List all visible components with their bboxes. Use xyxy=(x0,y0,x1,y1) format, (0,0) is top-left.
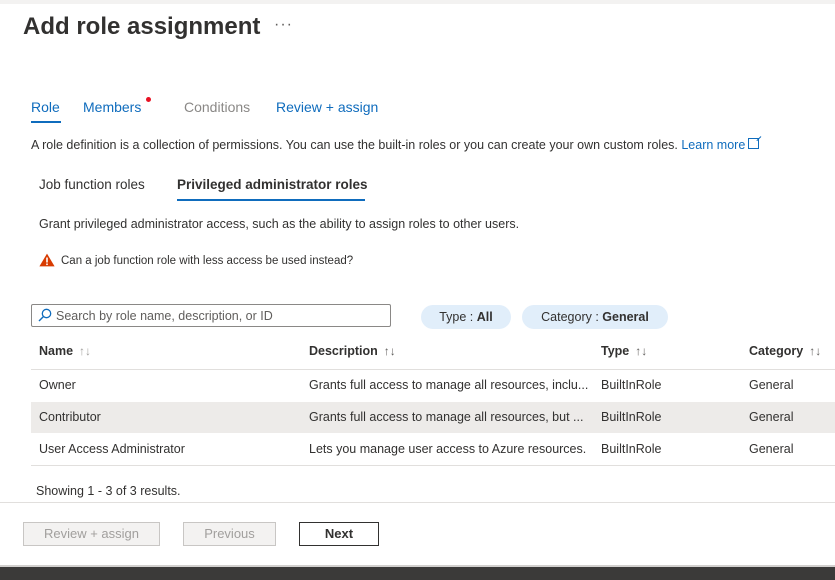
required-dot-icon xyxy=(146,97,151,102)
review-assign-button[interactable]: Review + assign xyxy=(23,522,160,546)
external-link-icon xyxy=(748,138,760,149)
role-type: BuiltInRole xyxy=(601,442,662,456)
role-description: Grants full access to manage all resourc… xyxy=(309,378,589,392)
column-header-category[interactable]: Category ↑↓ xyxy=(749,344,821,358)
role-description: Grants full access to manage all resourc… xyxy=(309,410,584,424)
column-header-description-label: Description xyxy=(309,344,378,358)
tab-review-assign[interactable]: Review + assign xyxy=(276,99,378,115)
role-category: General xyxy=(749,442,794,456)
sort-icon: ↑↓ xyxy=(79,344,92,358)
category-filter-label: Category : xyxy=(541,310,603,324)
warning-message: Can a job function role with less access… xyxy=(39,253,353,267)
role-search-box xyxy=(31,304,391,327)
search-input[interactable] xyxy=(56,305,386,326)
top-strip xyxy=(0,0,835,4)
sort-icon: ↑↓ xyxy=(809,344,822,358)
description-text: A role definition is a collection of per… xyxy=(31,138,682,152)
footer-divider xyxy=(0,502,835,503)
role-name: Contributor xyxy=(39,410,101,424)
grant-description: Grant privileged administrator access, s… xyxy=(39,217,520,231)
results-count: Showing 1 - 3 of 3 results. xyxy=(36,484,181,498)
table-row[interactable]: User Access Administrator Lets you manag… xyxy=(31,434,835,465)
role-type: BuiltInRole xyxy=(601,410,662,424)
table-row[interactable]: Owner Grants full access to manage all r… xyxy=(31,370,835,401)
category-filter-value: General xyxy=(602,310,649,324)
column-header-name-label: Name xyxy=(39,344,74,358)
search-icon xyxy=(38,308,52,322)
taskbar-strip xyxy=(0,567,835,580)
next-button[interactable]: Next xyxy=(299,522,379,546)
subtab-job-function-roles[interactable]: Job function roles xyxy=(39,177,145,192)
role-type: BuiltInRole xyxy=(601,378,662,392)
previous-button[interactable]: Previous xyxy=(183,522,276,546)
type-filter-pill[interactable]: Type : All xyxy=(421,305,511,329)
tab-role[interactable]: Role xyxy=(31,99,60,115)
column-header-name[interactable]: Name ↑↓ xyxy=(39,344,91,358)
table-row[interactable]: Contributor Grants full access to manage… xyxy=(31,402,835,433)
tab-conditions[interactable]: Conditions xyxy=(184,99,250,115)
role-category: General xyxy=(749,378,794,392)
column-header-type-label: Type xyxy=(601,344,630,358)
sort-icon: ↑↓ xyxy=(383,344,396,358)
active-tab-indicator xyxy=(31,121,61,123)
column-header-type[interactable]: Type ↑↓ xyxy=(601,344,647,358)
type-filter-label: Type : xyxy=(439,310,477,324)
type-filter-value: All xyxy=(476,310,493,324)
role-description: Lets you manage user access to Azure res… xyxy=(309,442,587,456)
tab-members[interactable]: Members xyxy=(83,99,141,115)
more-options-icon[interactable]: ··· xyxy=(274,16,293,34)
role-definition-description: A role definition is a collection of per… xyxy=(31,138,760,152)
role-name: User Access Administrator xyxy=(39,442,185,456)
warning-icon xyxy=(39,253,55,267)
sort-icon: ↑↓ xyxy=(635,344,648,358)
warning-text: Can a job function role with less access… xyxy=(61,255,354,267)
page-title: Add role assignment xyxy=(23,13,261,40)
role-name: Owner xyxy=(39,378,76,392)
column-header-category-label: Category xyxy=(749,344,804,358)
category-filter-pill[interactable]: Category : General xyxy=(522,305,668,329)
table-bottom-divider xyxy=(31,465,835,466)
subtab-privileged-administrator-roles[interactable]: Privileged administrator roles xyxy=(177,177,368,192)
column-header-description[interactable]: Description ↑↓ xyxy=(309,344,396,358)
active-subtab-indicator xyxy=(177,199,365,201)
role-category: General xyxy=(749,410,794,424)
learn-more-link[interactable]: Learn more xyxy=(681,138,745,152)
